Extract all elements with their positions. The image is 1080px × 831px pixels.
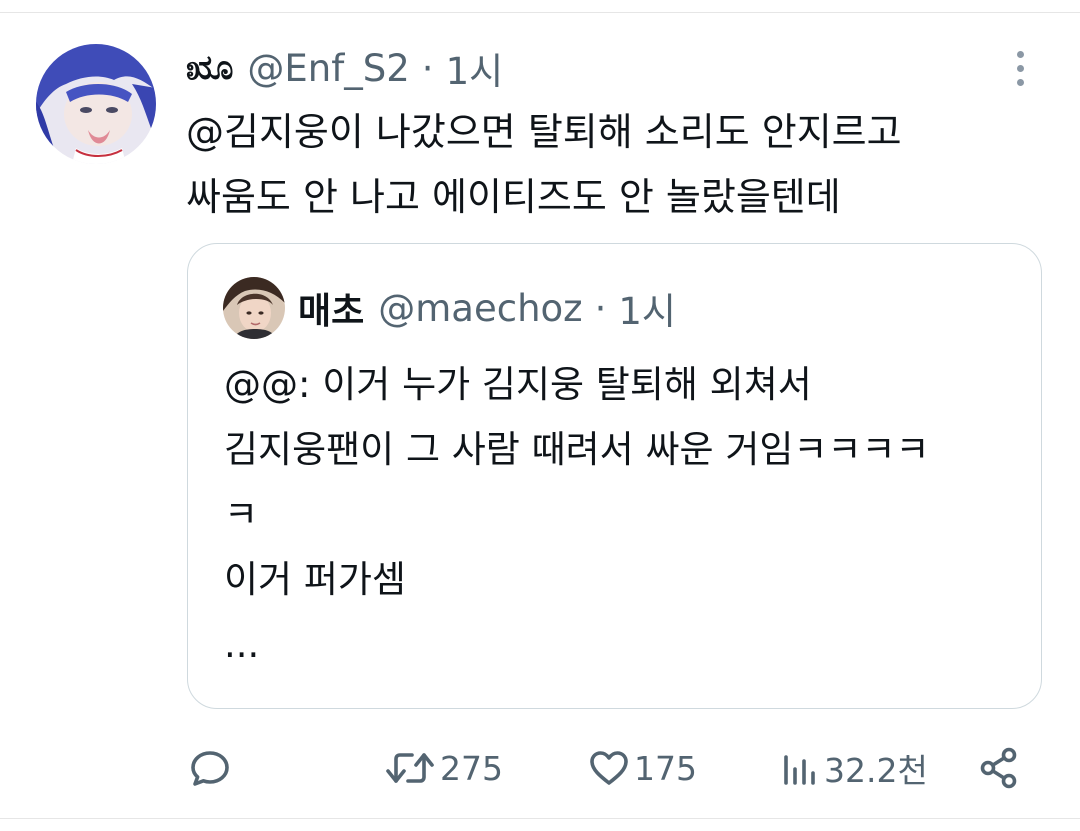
views-button[interactable]: 32.2천 bbox=[782, 740, 928, 796]
tweet-header: ೠ @Enf_S2 · 1시 bbox=[186, 42, 503, 94]
reply-button[interactable] bbox=[189, 740, 231, 796]
author-display-name[interactable]: ೠ bbox=[186, 48, 233, 88]
tweet-timestamp[interactable]: 1시 bbox=[446, 41, 504, 95]
views-count: 32.2천 bbox=[824, 751, 928, 790]
like-count: 175 bbox=[634, 748, 697, 788]
more-options-icon[interactable] bbox=[1004, 48, 1036, 88]
author-avatar[interactable] bbox=[36, 44, 156, 164]
quoted-tweet-card[interactable]: 매초 @maechoz · 1시 @@: 이거 누가 김지웅 탈퇴해 외쳐서 김… bbox=[187, 243, 1042, 709]
like-button[interactable]: 175 bbox=[588, 740, 697, 796]
heart-icon bbox=[590, 751, 628, 785]
quoted-author-handle[interactable]: @maechoz bbox=[378, 287, 582, 330]
author-handle[interactable]: @Enf_S2 bbox=[247, 47, 409, 90]
top-divider bbox=[0, 12, 1080, 13]
retweet-button[interactable]: 275 bbox=[384, 740, 503, 796]
reply-icon bbox=[191, 751, 229, 786]
views-icon bbox=[784, 755, 815, 785]
tweet-action-bar: 275 175 32.2천 bbox=[0, 740, 1080, 796]
meta-separator: · bbox=[421, 46, 434, 90]
quoted-meta-separator: · bbox=[594, 286, 607, 330]
tweet-text: @김지웅이 나갔으면 탈퇴해 소리도 안지르고 싸움도 안 나고 에이티즈도 안… bbox=[186, 110, 902, 219]
quoted-tweet-text: @@: 이거 누가 김지웅 탈퇴해 외쳐서 김지웅팬이 그 사람 때려서 싸운 … bbox=[224, 363, 930, 666]
quoted-tweet-header: 매초 @maechoz · 1시 bbox=[298, 282, 676, 334]
quoted-author-display-name[interactable]: 매초 bbox=[298, 282, 364, 334]
share-button[interactable] bbox=[978, 740, 1022, 796]
quoted-tweet-timestamp[interactable]: 1시 bbox=[618, 281, 676, 335]
retweet-icon bbox=[386, 753, 434, 783]
quoted-author-avatar[interactable] bbox=[223, 277, 285, 339]
share-icon bbox=[980, 747, 1017, 789]
bottom-divider bbox=[0, 818, 1080, 819]
retweet-count: 275 bbox=[440, 748, 503, 788]
